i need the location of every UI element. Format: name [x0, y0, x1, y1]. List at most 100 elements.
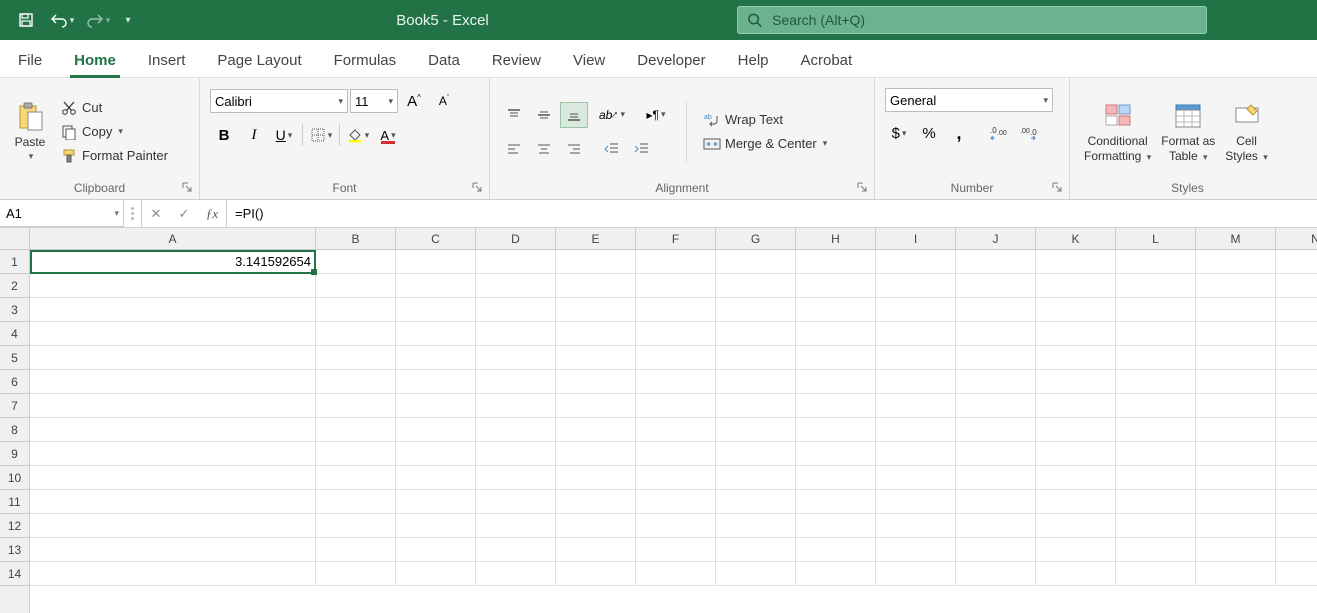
- cell-I3[interactable]: [876, 298, 956, 322]
- cell-I13[interactable]: [876, 538, 956, 562]
- cell-N7[interactable]: [1276, 394, 1317, 418]
- select-all-corner[interactable]: [0, 228, 30, 250]
- cell-I6[interactable]: [876, 370, 956, 394]
- cell-M14[interactable]: [1196, 562, 1276, 586]
- cell-K11[interactable]: [1036, 490, 1116, 514]
- cell-N2[interactable]: [1276, 274, 1317, 298]
- cell-B13[interactable]: [316, 538, 396, 562]
- customize-qat-button[interactable]: ▾: [120, 6, 136, 34]
- bold-button[interactable]: B: [210, 122, 238, 148]
- cell-N11[interactable]: [1276, 490, 1317, 514]
- cell-G7[interactable]: [716, 394, 796, 418]
- cell-C2[interactable]: [396, 274, 476, 298]
- row-header-2[interactable]: 2: [0, 274, 29, 298]
- row-header-13[interactable]: 13: [0, 538, 29, 562]
- cell-F14[interactable]: [636, 562, 716, 586]
- cell-N13[interactable]: [1276, 538, 1317, 562]
- number-format-combo[interactable]: General▾: [885, 88, 1053, 112]
- font-name-combo[interactable]: Calibri▾: [210, 89, 348, 113]
- cell-F6[interactable]: [636, 370, 716, 394]
- cell-M11[interactable]: [1196, 490, 1276, 514]
- cell-I11[interactable]: [876, 490, 956, 514]
- row-header-5[interactable]: 5: [0, 346, 29, 370]
- cell-H9[interactable]: [796, 442, 876, 466]
- cell-L8[interactable]: [1116, 418, 1196, 442]
- column-header-J[interactable]: J: [956, 228, 1036, 250]
- column-header-H[interactable]: H: [796, 228, 876, 250]
- fill-color-button[interactable]: ▾: [344, 122, 372, 148]
- cell-N6[interactable]: [1276, 370, 1317, 394]
- decrease-decimal-button[interactable]: .00.0: [1015, 120, 1043, 146]
- align-center-button[interactable]: [530, 136, 558, 162]
- cell-C14[interactable]: [396, 562, 476, 586]
- cell-K2[interactable]: [1036, 274, 1116, 298]
- cell-E6[interactable]: [556, 370, 636, 394]
- search-input[interactable]: [772, 12, 1197, 28]
- cell-B2[interactable]: [316, 274, 396, 298]
- cell-A2[interactable]: [30, 274, 316, 298]
- column-header-E[interactable]: E: [556, 228, 636, 250]
- cell-E12[interactable]: [556, 514, 636, 538]
- cell-M5[interactable]: [1196, 346, 1276, 370]
- column-header-M[interactable]: M: [1196, 228, 1276, 250]
- tab-page-layout[interactable]: Page Layout: [213, 44, 305, 77]
- cell-A5[interactable]: [30, 346, 316, 370]
- cell-E13[interactable]: [556, 538, 636, 562]
- row-header-8[interactable]: 8: [0, 418, 29, 442]
- cell-E14[interactable]: [556, 562, 636, 586]
- format-painter-button[interactable]: Format Painter: [56, 145, 172, 167]
- cell-A10[interactable]: [30, 466, 316, 490]
- cell-D3[interactable]: [476, 298, 556, 322]
- cell-K12[interactable]: [1036, 514, 1116, 538]
- cell-H1[interactable]: [796, 250, 876, 274]
- cell-E11[interactable]: [556, 490, 636, 514]
- cell-N14[interactable]: [1276, 562, 1317, 586]
- cell-B11[interactable]: [316, 490, 396, 514]
- cell-M2[interactable]: [1196, 274, 1276, 298]
- column-header-K[interactable]: K: [1036, 228, 1116, 250]
- cell-F7[interactable]: [636, 394, 716, 418]
- tab-view[interactable]: View: [569, 44, 609, 77]
- column-header-C[interactable]: C: [396, 228, 476, 250]
- cell-A8[interactable]: [30, 418, 316, 442]
- cell-M6[interactable]: [1196, 370, 1276, 394]
- cell-D2[interactable]: [476, 274, 556, 298]
- cell-N5[interactable]: [1276, 346, 1317, 370]
- cell-G10[interactable]: [716, 466, 796, 490]
- cell-D14[interactable]: [476, 562, 556, 586]
- cell-J13[interactable]: [956, 538, 1036, 562]
- row-header-1[interactable]: 1: [0, 250, 29, 274]
- cell-M10[interactable]: [1196, 466, 1276, 490]
- cell-L13[interactable]: [1116, 538, 1196, 562]
- decrease-indent-button[interactable]: [598, 136, 626, 162]
- tab-developer[interactable]: Developer: [633, 44, 709, 77]
- cell-E9[interactable]: [556, 442, 636, 466]
- cell-E8[interactable]: [556, 418, 636, 442]
- cell-F4[interactable]: [636, 322, 716, 346]
- cell-L5[interactable]: [1116, 346, 1196, 370]
- cell-B3[interactable]: [316, 298, 396, 322]
- cell-H12[interactable]: [796, 514, 876, 538]
- cell-H10[interactable]: [796, 466, 876, 490]
- cell-H2[interactable]: [796, 274, 876, 298]
- row-header-9[interactable]: 9: [0, 442, 29, 466]
- cell-C13[interactable]: [396, 538, 476, 562]
- cell-I14[interactable]: [876, 562, 956, 586]
- cell-I1[interactable]: [876, 250, 956, 274]
- cell-B4[interactable]: [316, 322, 396, 346]
- cell-C5[interactable]: [396, 346, 476, 370]
- cell-H5[interactable]: [796, 346, 876, 370]
- accounting-format-button[interactable]: $▾: [885, 120, 913, 146]
- cell-I8[interactable]: [876, 418, 956, 442]
- column-header-D[interactable]: D: [476, 228, 556, 250]
- column-header-F[interactable]: F: [636, 228, 716, 250]
- cell-B10[interactable]: [316, 466, 396, 490]
- cell-I9[interactable]: [876, 442, 956, 466]
- align-left-button[interactable]: [500, 136, 528, 162]
- cell-G6[interactable]: [716, 370, 796, 394]
- cell-C4[interactable]: [396, 322, 476, 346]
- cell-B9[interactable]: [316, 442, 396, 466]
- cell-J9[interactable]: [956, 442, 1036, 466]
- cell-A6[interactable]: [30, 370, 316, 394]
- cell-M4[interactable]: [1196, 322, 1276, 346]
